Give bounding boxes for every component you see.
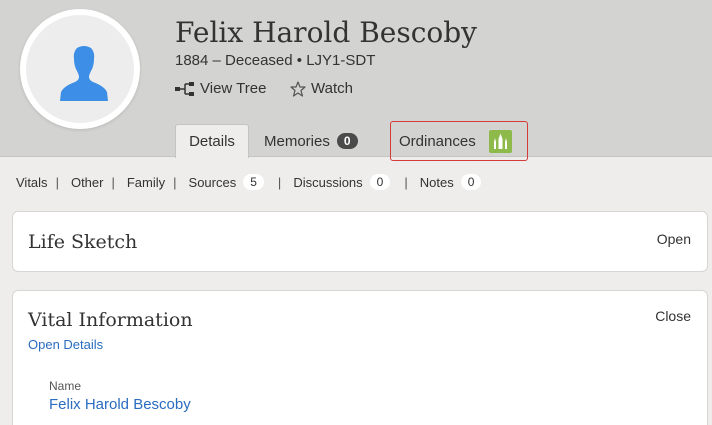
open-details-link[interactable]: Open Details bbox=[28, 337, 103, 352]
nav-discussions-label: Discussions bbox=[293, 174, 363, 190]
tab-ordinances-label: Ordinances bbox=[399, 132, 476, 150]
life-sketch-card: Life Sketch Open bbox=[12, 211, 708, 272]
nav-notes[interactable]: Notes 0 bbox=[420, 174, 482, 190]
view-tree-label: View Tree bbox=[200, 80, 267, 97]
person-lifespan: 1884 – Deceased bbox=[175, 52, 293, 69]
nav-separator: | bbox=[404, 174, 408, 190]
tab-memories-label: Memories bbox=[264, 132, 330, 150]
watch-label: Watch bbox=[311, 80, 353, 97]
nav-other[interactable]: Other bbox=[71, 175, 104, 190]
nav-separator: | bbox=[173, 174, 177, 190]
person-summary: 1884 – Deceased • LJY1-SDT bbox=[175, 52, 375, 69]
vital-information-close-button[interactable]: Close bbox=[655, 308, 691, 324]
nav-separator: | bbox=[55, 174, 59, 190]
life-sketch-open-button[interactable]: Open bbox=[657, 231, 691, 247]
notes-count-badge: 0 bbox=[460, 174, 482, 190]
person-name: Felix Harold Bescoby bbox=[175, 16, 477, 49]
nav-other-label: Other bbox=[70, 174, 104, 190]
nav-notes-label: Notes bbox=[419, 174, 454, 190]
name-field-value[interactable]: Felix Harold Bescoby bbox=[49, 396, 191, 413]
nav-discussions[interactable]: Discussions 0 bbox=[293, 174, 391, 190]
vital-information-title: Vital Information bbox=[28, 309, 193, 331]
memories-count-badge: 0 bbox=[336, 133, 358, 149]
nav-separator: | bbox=[111, 174, 115, 190]
tab-details[interactable]: Details bbox=[175, 124, 249, 158]
discussions-count-badge: 0 bbox=[369, 174, 391, 190]
summary-separator: • bbox=[296, 52, 303, 69]
star-outline-icon bbox=[290, 80, 306, 97]
nav-vitals[interactable]: Vitals bbox=[16, 175, 48, 190]
nav-family[interactable]: Family bbox=[127, 175, 165, 190]
tab-ordinances[interactable]: Ordinances bbox=[390, 121, 528, 161]
life-sketch-title: Life Sketch bbox=[28, 231, 138, 253]
section-nav: Vitals | Other | Family | Sources 5 | Di… bbox=[16, 174, 482, 190]
name-field-label: Name bbox=[49, 379, 82, 393]
tab-details-label: Details bbox=[189, 133, 235, 150]
nav-vitals-label: Vitals bbox=[16, 174, 48, 190]
person-id: LJY1-SDT bbox=[306, 52, 376, 69]
nav-sources-label: Sources bbox=[188, 174, 237, 190]
tree-icon bbox=[175, 81, 194, 96]
nav-family-label: Family bbox=[126, 174, 166, 190]
nav-separator: | bbox=[277, 174, 282, 190]
temple-icon bbox=[488, 129, 512, 153]
nav-sources[interactable]: Sources 5 bbox=[189, 174, 264, 190]
vital-information-card: Vital Information Close Open Details Nam… bbox=[12, 290, 708, 425]
avatar-placeholder bbox=[26, 15, 134, 123]
person-silhouette-icon bbox=[60, 46, 108, 101]
tab-memories[interactable]: Memories 0 bbox=[264, 124, 358, 158]
view-tree-button[interactable]: View Tree bbox=[175, 80, 266, 97]
person-header: Felix Harold Bescoby 1884 – Deceased • L… bbox=[0, 0, 712, 161]
avatar[interactable] bbox=[20, 9, 140, 129]
sources-count-badge: 5 bbox=[243, 174, 264, 190]
watch-button[interactable]: Watch bbox=[290, 80, 353, 97]
